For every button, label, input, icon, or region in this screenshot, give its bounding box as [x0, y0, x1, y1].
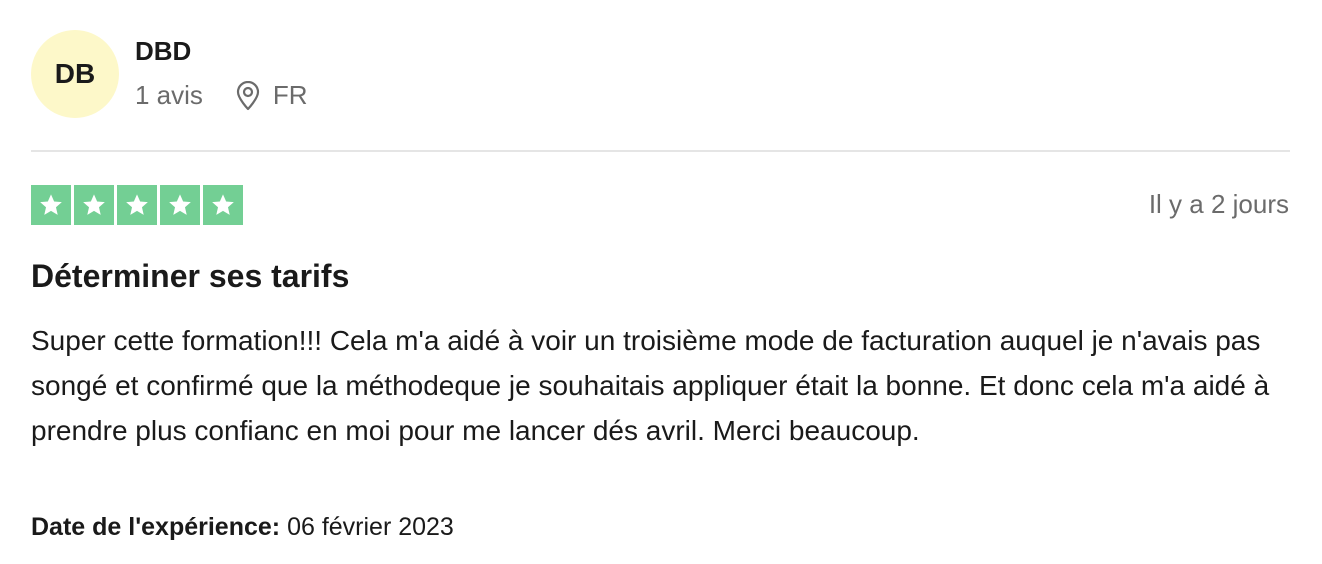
- avatar-initials: DB: [54, 58, 96, 89]
- star-icon: [74, 185, 114, 225]
- star-icon: [117, 185, 157, 225]
- star-icon: [160, 185, 200, 225]
- review-count: 1 avis: [135, 80, 203, 110]
- reviewer-country: FR: [272, 80, 308, 110]
- experience-date-value: 06 février 2023: [287, 513, 454, 541]
- reviewer-name[interactable]: DBD: [135, 36, 191, 67]
- star-icon: [203, 185, 243, 225]
- experience-date: Date de l'expérience: 06 février 2023: [31, 513, 454, 542]
- review-relative-date: Il y a 2 jours: [1148, 189, 1289, 219]
- review-title[interactable]: Déterminer ses tarifs: [31, 258, 349, 295]
- star-icon: [31, 185, 71, 225]
- divider: [31, 150, 1290, 152]
- reviewer-meta: 1 avis FR: [135, 80, 308, 111]
- review-card: DB DBD 1 avis FR Il y a 2 jours Détermin…: [0, 0, 1322, 564]
- review-body: Super cette formation!!! Cela m'a aidé à…: [31, 325, 1270, 446]
- experience-date-label: Date de l'expérience:: [31, 513, 281, 541]
- avatar[interactable]: DB: [31, 30, 119, 118]
- map-pin-icon: [235, 80, 261, 111]
- star-rating: [31, 185, 243, 225]
